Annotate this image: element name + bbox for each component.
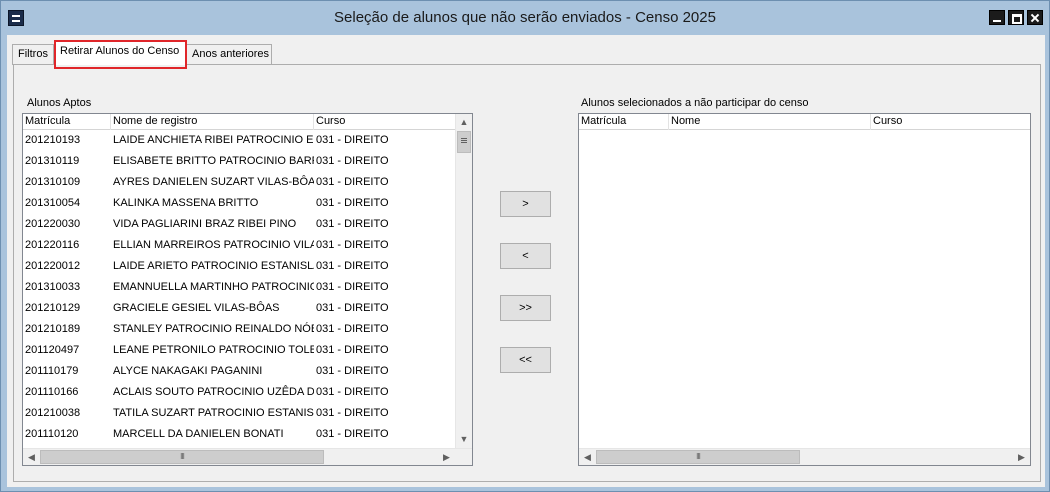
list-header: Matrícula Nome Curso — [579, 114, 1030, 130]
vertical-scrollbar[interactable]: ▲ ▼ — [455, 114, 472, 448]
scroll-down-icon[interactable]: ▼ — [456, 431, 472, 448]
column-header-curso[interactable]: Curso — [314, 114, 459, 130]
remove-all-button[interactable]: << — [500, 347, 551, 373]
table-row[interactable]: 201210038 TATILA SUZART PATROCINIO ESTANI… — [23, 403, 455, 424]
alunos-aptos-label: Alunos Aptos — [27, 97, 92, 109]
cell-nome: EMANNUELLA MARTINHO PATROCINIO ESTANISLA… — [113, 281, 314, 293]
cell-curso: 031 - DIREITO — [316, 386, 389, 398]
scroll-right-icon[interactable]: ▶ — [438, 449, 455, 465]
cell-matricula: 201210129 — [25, 302, 81, 314]
cell-matricula: 201210193 — [25, 134, 81, 146]
cell-matricula: 201220012 — [25, 260, 81, 272]
scroll-thumb[interactable] — [457, 131, 471, 153]
tab-retirar-alunos-do-censo[interactable]: Retirar Alunos do Censo — [54, 41, 186, 65]
cell-nome: ALYCE NAKAGAKI PAGANINI — [113, 365, 263, 377]
cell-nome: KALINKA MASSENA BRITTO — [113, 197, 259, 209]
column-header-curso[interactable]: Curso — [871, 114, 1030, 130]
cell-matricula: 201310109 — [25, 176, 81, 188]
cell-matricula: 201310033 — [25, 281, 81, 293]
alunos-aptos-list[interactable]: Matrícula Nome de registro Curso 2012101… — [22, 113, 473, 466]
cell-nome: ELISABETE BRITTO PATROCINIO BARRELA — [113, 155, 314, 167]
alunos-selecionados-list[interactable]: Matrícula Nome Curso ◀ III ▶ — [578, 113, 1031, 466]
table-row[interactable]: 201110120 MARCELL DA DANIELEN BONATI 031 -… — [23, 424, 455, 445]
cell-matricula: 201120497 — [25, 344, 80, 356]
scroll-right-icon[interactable]: ▶ — [1013, 449, 1030, 465]
cell-matricula: 201220030 — [25, 218, 81, 230]
table-row[interactable]: 201310033 EMANNUELLA MARTINHO PATROCINIO … — [23, 277, 455, 298]
maximize-icon[interactable] — [1008, 10, 1024, 25]
table-row[interactable]: 201210193 LAIDE ANCHIETA RIBEI PATROCINIO… — [23, 130, 455, 151]
cell-matricula: 201210038 — [25, 407, 81, 419]
cell-curso: 031 - DIREITO — [316, 239, 389, 251]
scroll-thumb-horizontal[interactable]: III — [40, 450, 324, 464]
cell-curso: 031 - DIREITO — [316, 260, 389, 272]
list-rows: 201210193 LAIDE ANCHIETA RIBEI PATROCINIO… — [23, 130, 455, 445]
cell-curso: 031 - DIREITO — [316, 344, 389, 356]
title-bar[interactable]: Seleção de alunos que não serão enviados… — [1, 1, 1049, 35]
cell-curso: 031 - DIREITO — [316, 281, 389, 293]
cell-curso: 031 - DIREITO — [316, 323, 389, 335]
column-header-nome[interactable]: Nome de registro — [111, 114, 314, 130]
cell-curso: 031 - DIREITO — [316, 218, 389, 230]
table-row[interactable]: 201310109 AYRES DANIELEN SUZART VILAS-BÔA… — [23, 172, 455, 193]
cell-nome: LEANE PETRONILO PATROCINIO TOLEDO — [113, 344, 314, 356]
cell-curso: 031 - DIREITO — [316, 197, 389, 209]
cell-nome: GRACIELE GESIEL VILAS-BÔAS — [113, 302, 280, 314]
scroll-left-icon[interactable]: ◀ — [579, 449, 596, 465]
tab-anos-anteriores[interactable]: Anos anteriores — [186, 44, 272, 65]
cell-nome: TATILA SUZART PATROCINIO ESTANISLAU — [113, 407, 314, 419]
minimize-icon[interactable] — [989, 10, 1005, 25]
horizontal-scrollbar[interactable]: ◀ III ▶ — [579, 448, 1030, 465]
column-header-nome[interactable]: Nome — [669, 114, 871, 130]
cell-nome: ELLIAN MARREIROS PATROCINIO VILAS-BÔAS — [113, 239, 314, 251]
cell-curso: 031 - DIREITO — [316, 155, 389, 167]
cell-matricula: 201220116 — [25, 239, 80, 251]
add-all-button[interactable]: >> — [500, 295, 551, 321]
alunos-selecionados-label: Alunos selecionados a não participar do … — [581, 97, 809, 109]
cell-matricula: 201310054 — [25, 197, 81, 209]
client-area: Filtros Retirar Alunos do Censo Anos ant… — [7, 35, 1045, 487]
table-row[interactable]: 201210189 STANLEY PATROCINIO REINALDO NÓB… — [23, 319, 455, 340]
table-row[interactable]: 201110166 ACLAIS SOUTO PATROCINIO UZÊDA D… — [23, 382, 455, 403]
table-row[interactable]: 201220030 VIDA PAGLIARINI BRAZ RIBEI PINO… — [23, 214, 455, 235]
cell-nome: AYRES DANIELEN SUZART VILAS-BÔAS — [113, 176, 314, 188]
tab-filtros[interactable]: Filtros — [12, 44, 54, 65]
cell-matricula: 201110120 — [25, 428, 79, 440]
table-row[interactable]: 201110179 ALYCE NAKAGAKI PAGANINI 031 - DI… — [23, 361, 455, 382]
cell-curso: 031 - DIREITO — [316, 365, 389, 377]
column-header-matricula[interactable]: Matrícula — [23, 114, 111, 130]
horizontal-scrollbar[interactable]: ◀ III ▶ — [23, 448, 472, 465]
cell-curso: 031 - DIREITO — [316, 134, 389, 146]
cell-matricula: 201210189 — [25, 323, 81, 335]
add-selected-button[interactable]: > — [500, 191, 551, 217]
scroll-left-icon[interactable]: ◀ — [23, 449, 40, 465]
cell-curso: 031 - DIREITO — [316, 176, 389, 188]
table-row[interactable]: 201120497 LEANE PETRONILO PATROCINIO TOLE… — [23, 340, 455, 361]
cell-nome: MARCELL DA DANIELEN BONATI — [113, 428, 284, 440]
cell-nome: LAIDE ANCHIETA RIBEI PATROCINIO ESTANISL… — [113, 134, 314, 146]
remove-selected-button[interactable]: < — [500, 243, 551, 269]
close-icon[interactable] — [1027, 10, 1043, 25]
cell-matricula: 201110166 — [25, 386, 79, 398]
cell-nome: LAIDE ARIETO PATROCINIO ESTANISLAU — [113, 260, 314, 272]
cell-matricula: 201110179 — [25, 365, 79, 377]
window-title: Seleção de alunos que não serão enviados… — [334, 9, 716, 26]
table-row[interactable]: 201310119 ELISABETE BRITTO PATROCINIO BAR… — [23, 151, 455, 172]
scroll-thumb-horizontal[interactable]: III — [596, 450, 800, 464]
scroll-up-icon[interactable]: ▲ — [456, 114, 472, 131]
cell-nome: VIDA PAGLIARINI BRAZ RIBEI PINO — [113, 218, 297, 230]
cell-curso: 031 - DIREITO — [316, 407, 389, 419]
column-header-matricula[interactable]: Matrícula — [579, 114, 669, 130]
list-header: Matrícula Nome de registro Curso — [23, 114, 472, 130]
app-window: Seleção de alunos que não serão enviados… — [0, 0, 1050, 492]
table-row[interactable]: 201220116 ELLIAN MARREIROS PATROCINIO VIL… — [23, 235, 455, 256]
cell-curso: 031 - DIREITO — [316, 428, 389, 440]
table-row[interactable]: 201220012 LAIDE ARIETO PATROCINIO ESTANIS… — [23, 256, 455, 277]
table-row[interactable]: 201310054 KALINKA MASSENA BRITTO 031 - DIR… — [23, 193, 455, 214]
cell-nome: ACLAIS SOUTO PATROCINIO UZÊDA D' OLIVEIR… — [113, 386, 314, 398]
cell-curso: 031 - DIREITO — [316, 302, 389, 314]
cell-matricula: 201310119 — [25, 155, 80, 167]
table-row[interactable]: 201210129 GRACIELE GESIEL VILAS-BÔAS 031 -… — [23, 298, 455, 319]
cell-nome: STANLEY PATROCINIO REINALDO NÓBREGA — [113, 323, 314, 335]
